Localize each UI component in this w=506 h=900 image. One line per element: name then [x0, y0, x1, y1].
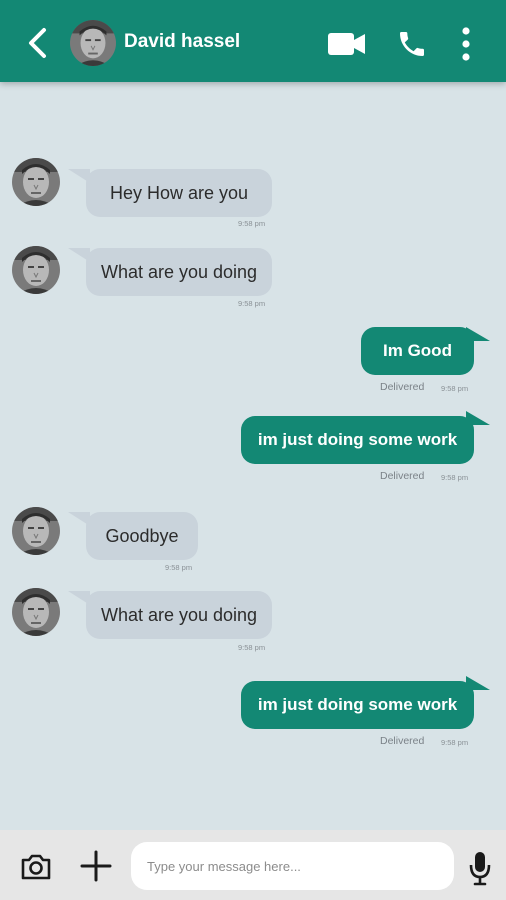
- contact-name[interactable]: David hassel: [124, 31, 240, 53]
- video-camera-icon: [328, 33, 365, 55]
- voice-call-button[interactable]: [396, 28, 428, 60]
- camera-icon: [21, 854, 51, 880]
- message-bubble[interactable]: What are you doing: [86, 248, 272, 296]
- phone-icon: [400, 32, 424, 56]
- sender-avatar[interactable]: [12, 588, 60, 636]
- message-bubble[interactable]: im just doing some work: [241, 416, 474, 464]
- video-call-button[interactable]: [327, 30, 367, 58]
- contact-avatar[interactable]: [70, 20, 116, 66]
- message-time: 9:58 pm: [165, 563, 193, 572]
- back-arrow-icon: [29, 28, 46, 58]
- message-time: 9:58 pm: [238, 643, 266, 652]
- message-input[interactable]: [131, 842, 454, 890]
- plus-icon: [80, 850, 112, 882]
- delivery-status: Delivered: [380, 381, 425, 393]
- message-bubble[interactable]: Im Good: [361, 327, 474, 375]
- sender-avatar[interactable]: [12, 158, 60, 206]
- delivery-status: Delivered: [380, 470, 425, 482]
- bubble-tail: [466, 411, 490, 425]
- microphone-icon: [469, 852, 491, 886]
- composer-bar: [0, 830, 506, 900]
- voice-message-button[interactable]: [468, 850, 492, 886]
- more-options-button[interactable]: [458, 26, 474, 62]
- chat-header: David hassel: [0, 0, 506, 82]
- message-bubble[interactable]: Hey How are you: [86, 169, 272, 217]
- bubble-tail: [466, 327, 490, 341]
- sender-avatar[interactable]: [12, 246, 60, 294]
- message-time: 9:58 pm: [441, 738, 469, 747]
- message-time: 9:58 pm: [441, 473, 469, 482]
- message-time: 9:58 pm: [238, 299, 266, 308]
- message-bubble[interactable]: What are you doing: [86, 591, 272, 639]
- message-bubble[interactable]: im just doing some work: [241, 681, 474, 729]
- more-vert-icon: [462, 27, 470, 61]
- message-time: 9:58 pm: [238, 219, 266, 228]
- back-button[interactable]: [24, 27, 52, 59]
- message-bubble[interactable]: Goodbye: [86, 512, 198, 560]
- delivery-status: Delivered: [380, 735, 425, 747]
- bubble-tail: [466, 676, 490, 690]
- message-time: 9:58 pm: [441, 384, 469, 393]
- sender-avatar[interactable]: [12, 507, 60, 555]
- attach-button[interactable]: [80, 850, 112, 882]
- camera-button[interactable]: [20, 852, 52, 882]
